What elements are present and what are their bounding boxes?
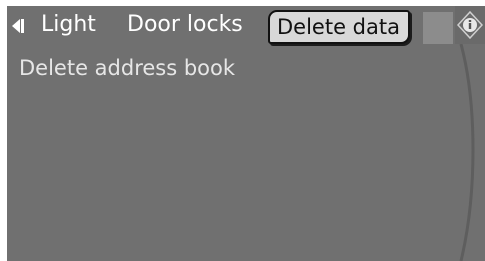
controller-arc: [447, 44, 485, 261]
list-item-delete-address-book[interactable]: Delete address book: [19, 56, 235, 80]
tab-delete-data[interactable]: Delete data: [268, 10, 410, 44]
tab-bar: Light Door locks Delete data: [7, 6, 485, 44]
tab-door-locks[interactable]: Door locks: [127, 6, 243, 44]
tab-bar-end-block: [423, 12, 453, 44]
screen: Light Door locks Delete data Delete addr…: [7, 6, 485, 261]
back-arrow-icon[interactable]: [11, 18, 25, 34]
tab-light[interactable]: Light: [41, 6, 96, 44]
info-icon: [457, 11, 483, 39]
info-button[interactable]: [455, 6, 485, 44]
